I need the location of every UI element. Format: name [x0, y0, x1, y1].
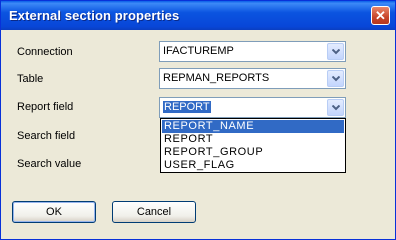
chevron-down-icon: [332, 76, 340, 82]
title-bar[interactable]: External section properties ✕: [1, 1, 395, 30]
table-combo[interactable]: REPMAN_REPORTS: [159, 68, 346, 89]
search-value-label: Search value: [17, 158, 82, 170]
connection-label: Connection: [17, 46, 73, 58]
table-label: Table: [17, 73, 44, 85]
close-icon: ✕: [375, 8, 386, 23]
connection-dropdown-button[interactable]: [327, 43, 344, 60]
cancel-button[interactable]: Cancel: [112, 201, 196, 223]
ok-button[interactable]: OK: [12, 201, 96, 223]
report-field-value: REPORT: [163, 101, 211, 113]
table-value: REPMAN_REPORTS: [163, 72, 270, 84]
dropdown-option[interactable]: REPORT: [162, 133, 344, 146]
dropdown-option[interactable]: REPORT_GROUP: [162, 146, 344, 159]
table-dropdown-button[interactable]: [327, 70, 344, 87]
search-field-label: Search field: [17, 130, 76, 142]
report-field-label: Report field: [17, 101, 74, 113]
report-field-combo[interactable]: REPORT: [159, 97, 346, 118]
dialog-window: External section properties ✕ Connection…: [0, 0, 396, 240]
dropdown-option[interactable]: USER_FLAG: [162, 159, 344, 172]
report-field-dropdown-button[interactable]: [327, 99, 344, 116]
connection-value: IFACTUREMP: [163, 45, 234, 57]
connection-combo[interactable]: IFACTUREMP: [159, 41, 346, 62]
chevron-down-icon: [332, 49, 340, 55]
close-button[interactable]: ✕: [371, 6, 390, 25]
chevron-down-icon: [332, 105, 340, 111]
dropdown-option[interactable]: REPORT_NAME: [162, 120, 344, 133]
report-field-dropdown-list[interactable]: REPORT_NAME REPORT REPORT_GROUP USER_FLA…: [160, 118, 346, 173]
window-title: External section properties: [9, 8, 180, 23]
